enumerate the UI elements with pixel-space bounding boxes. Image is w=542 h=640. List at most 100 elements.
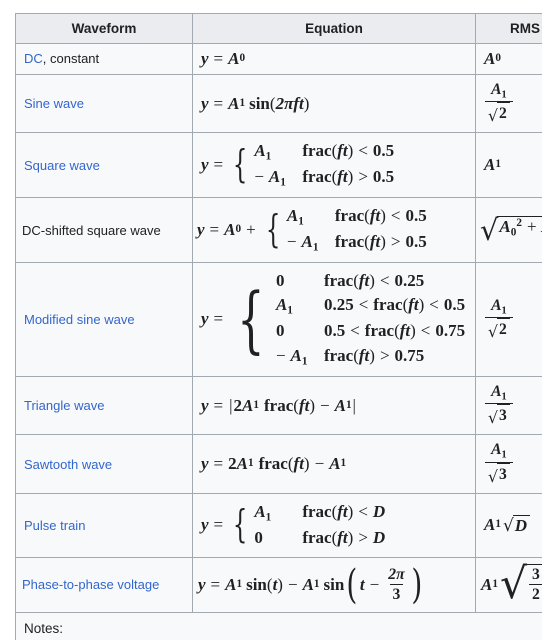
- math-0-5: 0.5: [405, 232, 427, 251]
- math-eq: =: [213, 395, 224, 415]
- equation-phase-to-phase: y = A 1 sin(t) − A 1 sin(t −2π 3): [198, 564, 424, 606]
- math-t: t: [359, 574, 365, 594]
- waveform-suffix-dc: , constant: [42, 51, 100, 67]
- math-ft: ft: [337, 527, 348, 547]
- math-A: A: [228, 49, 240, 68]
- column-header-waveform: Waveform: [15, 13, 193, 44]
- rms-cell-square: A1: [475, 132, 542, 199]
- math-lt: <: [429, 295, 439, 315]
- link-sine-wave[interactable]: Sine wave: [24, 96, 84, 111]
- rms-waveform-table: Waveform Equation RMS DC, constant y = A 0: [15, 13, 542, 640]
- piecewise-row: 0 frac(ft) <0.25: [276, 269, 465, 294]
- math-rparen: ): [309, 395, 315, 415]
- fraction: A1 √ 2: [485, 297, 513, 343]
- math-A: A: [491, 382, 502, 400]
- radicand: 32: [526, 563, 542, 607]
- math-minus: −: [275, 345, 286, 365]
- link-modified-sine-wave[interactable]: Modified sine wave: [24, 312, 135, 327]
- math-eq: =: [213, 155, 224, 175]
- math-ft: ft: [293, 454, 304, 474]
- waveform-cell-square: Square wave: [15, 132, 193, 199]
- fraction-denominator: √ 3: [485, 402, 513, 428]
- equation-pulse-train: y = { A1 frac(ft) < D 0 frac(ft) > D: [201, 500, 385, 550]
- math-eq: =: [209, 220, 220, 240]
- math-sub1: 1: [495, 158, 501, 171]
- math-plus: +: [246, 220, 256, 240]
- link-triangle-wave[interactable]: Triangle wave: [24, 398, 104, 413]
- math-sin: sin: [246, 574, 267, 594]
- piecewise: { A1 frac(ft) < D 0 frac(ft) > D: [228, 500, 385, 550]
- brace-icon: {: [232, 142, 248, 187]
- math-rparen: ): [347, 141, 354, 161]
- math-frac-fn: frac: [364, 321, 395, 341]
- sqrt: √ A02+A12: [480, 212, 542, 247]
- rms-cell-dc-shifted-square: √ A02+A12: [475, 197, 542, 263]
- math-A: A: [491, 441, 502, 459]
- math-frac-fn: frac: [258, 454, 288, 474]
- math-A: A: [225, 574, 237, 594]
- math-gt: >: [390, 232, 401, 251]
- waveform-cell-dc: DC, constant: [15, 43, 193, 75]
- math-eq: =: [213, 454, 224, 474]
- piece-condition: frac(ft) <0.5: [335, 204, 427, 229]
- piecewise: { 0 frac(ft) <0.25 A1 0.25 < frac(ft) <0.5: [228, 269, 465, 370]
- equation-sine: y = A 1 sin(2πft): [201, 93, 310, 113]
- math-rparen: ): [347, 502, 354, 522]
- sqrt: √ 2: [488, 102, 510, 124]
- math-eq: =: [210, 574, 221, 594]
- waveform-cell-dc-shifted-square: DC-shifted square wave: [15, 197, 193, 263]
- math-rparen: ): [303, 93, 310, 113]
- math-A: A: [254, 141, 266, 161]
- math-lt: <: [358, 141, 368, 161]
- table-row: DC-shifted square wave y = A 0 + { A1 frac(f…: [15, 197, 542, 263]
- piecewise-row: A1 frac(ft) <0.5: [287, 204, 427, 230]
- rms-sine: A1 √ 2: [484, 81, 514, 127]
- link-sawtooth-wave[interactable]: Sawtooth wave: [24, 457, 112, 472]
- math-frac-fn: frac: [302, 141, 332, 161]
- math-plus: +: [526, 216, 537, 236]
- waveform-cell-pulse-train: Pulse train: [15, 493, 193, 558]
- fraction-denominator: √ 2: [485, 101, 513, 126]
- rms-cell-modified-sine: A1 √ 2: [475, 261, 542, 377]
- math-frac-fn: frac: [323, 270, 354, 290]
- math-y: y: [201, 155, 209, 175]
- math-sub1: 1: [501, 391, 507, 403]
- math-gt: >: [358, 527, 368, 547]
- math-lt: <: [350, 321, 360, 341]
- math-A: A: [484, 155, 496, 175]
- piece-condition: frac(ft) >0.5: [335, 230, 427, 255]
- math-frac-fn: frac: [373, 295, 403, 315]
- rms-cell-pulse-train: A 1 √ D: [475, 493, 542, 558]
- piece-value: 0: [276, 319, 310, 344]
- math-0-5: 0.5: [372, 167, 395, 187]
- piece-value: − A1: [254, 165, 288, 191]
- fraction-numerator: 3: [532, 565, 540, 583]
- equation-triangle: y = | 2 A 1 frac(ft) − A 1 |: [201, 395, 357, 415]
- table-row: Square wave y = { A1 frac(ft) <0.5 − A1 …: [15, 132, 542, 199]
- link-square-wave[interactable]: Square wave: [24, 158, 100, 173]
- waveform-cell-sine: Sine wave: [15, 73, 193, 134]
- math-eq: =: [213, 49, 224, 68]
- link-phase-to-phase-voltage[interactable]: Phase-to-phase voltage: [22, 577, 159, 592]
- math-A: A: [484, 515, 496, 535]
- math-rparen: ): [277, 574, 283, 594]
- math-frac-fn: frac: [334, 232, 365, 251]
- math-lt: <: [379, 270, 390, 290]
- equation-cell-pulse-train: y = { A1 frac(ft) < D 0 frac(ft) > D: [192, 493, 476, 558]
- math-ft: ft: [298, 395, 310, 415]
- link-pulse-train[interactable]: Pulse train: [24, 518, 85, 533]
- math-sub1: 1: [298, 215, 304, 228]
- math-A: A: [491, 80, 502, 98]
- math-sin: sin: [323, 574, 345, 594]
- radical-icon: √: [480, 212, 499, 247]
- math-rparen: ): [369, 270, 375, 290]
- math-y: y: [198, 574, 206, 594]
- fraction: 2π 3: [385, 566, 407, 605]
- math-ft: ft: [337, 141, 348, 161]
- piece-value: − A1: [276, 344, 310, 370]
- rms-dc-shifted-square: √ A02+A12: [480, 212, 542, 247]
- math-zero: 0: [275, 270, 285, 290]
- math-rparen: ): [369, 345, 375, 365]
- math-ft: ft: [369, 232, 381, 251]
- link-dc[interactable]: DC: [24, 51, 43, 66]
